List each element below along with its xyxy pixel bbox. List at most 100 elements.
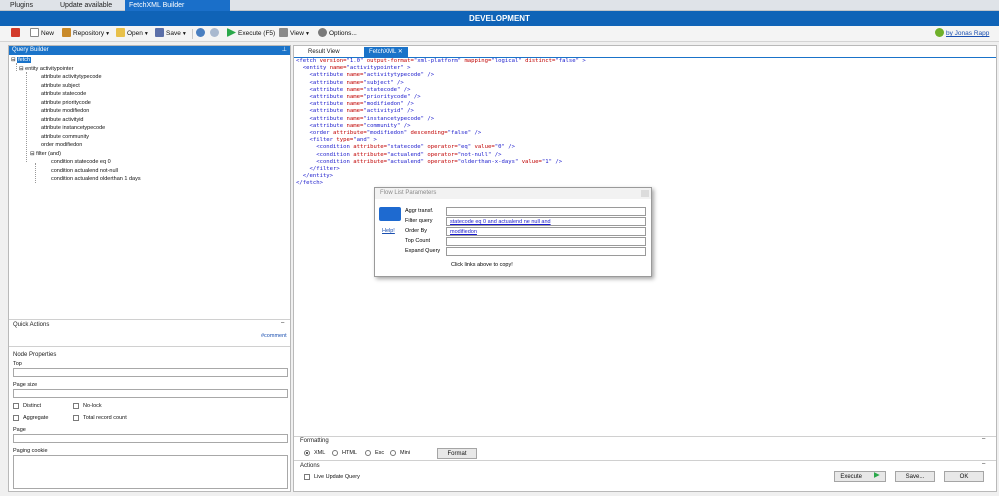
format-esc-label: Esc [375,450,385,456]
execute-button[interactable]: Execute (F5) [227,28,275,40]
live-update-checkbox[interactable] [304,474,310,480]
separator [192,29,193,39]
top-count-label: Top Count [405,238,431,244]
aggr-field[interactable] [446,207,646,216]
play-icon [873,472,880,478]
format-mini-label: Mini [400,450,411,456]
chevron-down-icon: ▼ [304,31,310,37]
undo-button[interactable] [196,28,207,40]
xrmtoolbox-logo-icon [935,28,944,37]
copy-hint: Click links above to copy! [451,262,513,268]
top-input[interactable] [13,368,288,377]
quick-actions-collapse[interactable]: – [281,320,284,326]
nolock-checkbox[interactable] [73,403,79,409]
tree-node-attribute[interactable]: attribute community [41,133,89,141]
aggregate-checkbox[interactable] [13,415,19,421]
format-xml-radio[interactable] [304,450,310,456]
ok-button[interactable]: OK [944,471,984,482]
distinct-checkbox[interactable] [13,403,19,409]
execute-button-bottom[interactable]: Execute [834,471,886,482]
close-tab-icon[interactable]: ✕ [398,49,403,55]
tree-node-attribute[interactable]: attribute subject [41,82,80,90]
query-builder-header: Query Builder ⊥ [9,46,290,55]
tree-node-condition[interactable]: condition actualend not-null [51,167,118,175]
xml-line: <attribute name="instancetypecode" /> [296,115,435,122]
tree-node-entity[interactable]: ⊟ entity activitypointer [19,65,73,73]
format-esc-radio[interactable] [365,450,371,456]
close-icon [11,28,20,37]
expand-query-field[interactable] [446,247,646,256]
page-label: Page [13,427,26,433]
tab-fetchxml[interactable]: FetchXML ✕ [364,47,408,57]
view-button[interactable]: View▼ [279,28,310,40]
tree-node-attribute[interactable]: attribute activityid [41,116,84,124]
page-input[interactable] [13,434,288,443]
new-button[interactable]: New [30,28,54,40]
close-button[interactable] [11,28,22,40]
divider [294,460,996,461]
undo-icon [196,28,205,37]
chevron-down-icon: ▼ [105,31,111,37]
actions-collapse[interactable]: – [982,461,985,467]
comment-link[interactable]: #comment [261,333,287,339]
dialog-close-button[interactable] [641,190,649,197]
top-label: Top [13,361,22,367]
options-button[interactable]: Options... [318,28,357,40]
format-mini-radio[interactable] [390,450,396,456]
xml-line: <attribute name="activityid" /> [296,108,414,115]
tree-node-attribute[interactable]: attribute modifiedon [41,107,89,115]
xml-line: <fetch version="1.0" output-format="xml-… [296,58,586,64]
open-button[interactable]: Open▼ [116,28,149,40]
xml-line: <condition attribute="statecode" operato… [296,144,515,151]
tree-node-filter[interactable]: ⊟ filter (and) [30,150,61,158]
tab-update-available[interactable]: Update available [56,0,116,11]
play-icon [227,28,236,37]
quick-actions-title: Quick Actions [13,322,50,328]
save-button[interactable]: Save▼ [155,28,187,40]
xml-line: <condition attribute="actualend" operato… [296,158,563,165]
formatting-title: Formatting [300,438,329,444]
divider [9,346,290,347]
filter-query-link[interactable]: statecode eq 0 and actualend ne null and [446,217,646,226]
tree-node-attribute[interactable]: attribute instancetypecode [41,124,105,132]
aggregate-label: Aggregate [23,415,49,421]
tree-node-attribute[interactable]: attribute prioritycode [41,99,91,107]
author-link[interactable]: by Jonas Rapp [935,28,989,40]
new-document-icon [30,28,39,37]
total-record-count-checkbox[interactable] [73,415,79,421]
tree-node-attribute[interactable]: attribute activitytypecode [41,73,102,81]
order-by-link[interactable]: modifiedon [446,227,646,236]
tree-node-attribute[interactable]: attribute statecode [41,90,86,98]
view-icon [279,28,288,37]
save-button-bottom[interactable]: Save... [895,471,935,482]
xml-line: <attribute name="modifiedon" /> [296,101,414,108]
repository-button[interactable]: Repository▼ [62,28,110,40]
live-update-label: Live Update Query [314,474,360,480]
pin-icon[interactable]: ⊥ [282,46,287,55]
format-html-label: HTML [342,450,357,456]
dialog-title: Flow List Parameters [375,188,651,199]
redo-button[interactable] [210,28,221,40]
xml-line: <attribute name="activitytypecode" /> [296,72,435,79]
page-size-input[interactable] [13,389,288,398]
xml-line: </entity> [296,173,334,180]
query-builder-pane: Query Builder ⊥ ⊟ fetch ⊟ entity activit… [8,45,291,492]
power-automate-logo-icon [379,207,401,221]
xml-line: <entity name="activitypointer" > [296,65,411,72]
top-count-field[interactable] [446,237,646,246]
tree-node-fetch[interactable]: ⊟ fetch [11,56,32,64]
tree-node-condition[interactable]: condition actualend olderthan 1 days [51,175,141,183]
format-html-radio[interactable] [332,450,338,456]
paging-cookie-input[interactable] [13,455,288,489]
format-button[interactable]: Format [437,448,477,459]
tab-fetchxml-builder[interactable]: FetchXML Builder [125,0,230,11]
xml-line: </filter> [296,166,340,173]
help-link[interactable]: Help! [382,228,395,234]
format-xml-label: XML [314,450,326,456]
tree-node-condition[interactable]: condition statecode eq 0 [51,158,111,166]
tab-result-view[interactable]: Result View [303,47,345,57]
fetchxml-editor[interactable]: <fetch version="1.0" output-format="xml-… [296,58,586,188]
tab-plugins[interactable]: Plugins [6,0,37,11]
tree-node-order[interactable]: order modifiedon [41,141,82,149]
formatting-collapse[interactable]: – [982,436,985,442]
